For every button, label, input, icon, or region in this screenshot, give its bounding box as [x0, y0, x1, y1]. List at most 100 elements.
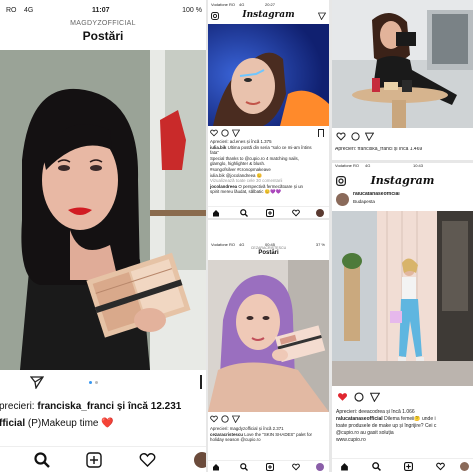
bookmark-icon[interactable]: [200, 375, 204, 389]
bottom-nav: [208, 206, 329, 218]
likes-prefix: precieri:: [0, 401, 35, 412]
post-location[interactable]: Budapesta: [353, 199, 375, 205]
caption-link[interactable]: www.cupio.ro: [336, 437, 472, 444]
purple-hair-selfie: [208, 260, 329, 412]
caption-user-link[interactable]: fficial: [0, 418, 25, 429]
caption-user-link[interactable]: cezaracristescu: [210, 432, 243, 437]
send-icon[interactable]: [318, 12, 326, 20]
bookmark-icon[interactable]: [318, 129, 324, 137]
caption-text: (P)Makeup time: [27, 418, 99, 429]
heart-icon[interactable]: [336, 132, 346, 141]
heart-icon[interactable]: [337, 392, 348, 402]
post-photo[interactable]: [208, 24, 329, 126]
send-icon[interactable]: [370, 392, 380, 402]
post-text: Aprecieri: ad.enes și încă 1.375 iulia.b…: [210, 139, 328, 195]
avatar[interactable]: [336, 193, 349, 206]
comment-icon[interactable]: [351, 132, 360, 141]
heart-icon[interactable]: [139, 452, 156, 468]
avatar[interactable]: [460, 462, 469, 471]
add-icon[interactable]: [266, 463, 274, 471]
caption-line: fficial (P)Makeup time ❤️: [0, 418, 114, 429]
caption-user-link[interactable]: ralucatanaseofficial: [336, 416, 383, 422]
heart-icon[interactable]: [292, 209, 300, 217]
post-action-bar: [332, 390, 473, 403]
search-icon[interactable]: [372, 462, 381, 471]
likes-text: Aprecieri: franciska_franci și încă 1.46…: [335, 147, 423, 152]
post-photo[interactable]: [332, 0, 473, 128]
post-photo[interactable]: [0, 50, 206, 370]
add-icon[interactable]: [86, 452, 102, 468]
home-icon[interactable]: [212, 209, 220, 217]
carrier-label: RO: [6, 7, 17, 14]
post-a-screen: Vodafone RO 4G 20:27 Instagram Aprecieri…: [208, 0, 329, 218]
avatar[interactable]: [316, 209, 324, 217]
post-username[interactable]: ralucatanaseofficial: [353, 192, 400, 198]
post-b-screen: Vodafone RO 4G 00:45 37 % CEZARACRISTESC…: [208, 220, 329, 472]
bottom-nav: [208, 460, 329, 472]
add-icon[interactable]: [404, 462, 413, 471]
post-photo[interactable]: [332, 211, 473, 386]
heart-icon[interactable]: [292, 463, 300, 471]
comment-icon[interactable]: [221, 129, 229, 137]
search-icon[interactable]: [240, 209, 248, 217]
instagram-logo: Instagram: [242, 10, 295, 20]
post-header: ralucatanaseofficial Budapesta: [332, 191, 473, 209]
post-text: Aprecieri: magdyzofficial și încă 2.371 …: [210, 426, 328, 443]
carousel-dot: [95, 381, 98, 384]
send-icon[interactable]: [365, 132, 374, 141]
likes-line[interactable]: Aprecieri: deeacodrea și încă 1.066: [336, 409, 472, 416]
comment-line: O perspectivă fermecătoare și un: [238, 183, 303, 189]
blue-eyeliner-portrait: [208, 24, 329, 126]
caption-user-link[interactable]: iulia.bik: [210, 145, 226, 150]
username-header: MAGDYZOFFICIAL: [70, 20, 136, 27]
comment-icon[interactable]: [354, 392, 364, 402]
carousel-dot-active: [89, 381, 92, 384]
makeup-table-photo: [332, 0, 473, 128]
carrier-label: Vodafone RO: [335, 163, 360, 168]
network-label: 4G: [365, 163, 371, 168]
comment-user-link[interactable]: jocolandreea: [210, 184, 237, 189]
clock-label: 20:27: [265, 2, 276, 7]
post-d-screen: Vodafone RO 4G 10:43 Instagram ralucatan…: [332, 163, 473, 472]
send-icon[interactable]: [30, 375, 44, 389]
caption-line: toate produsele de make up și îngrijire?…: [336, 423, 437, 429]
heart-emoji: ❤️: [101, 418, 114, 429]
search-icon[interactable]: [34, 452, 50, 468]
post-action-bar: [0, 372, 206, 392]
post-action-bar: [208, 128, 329, 138]
bottom-nav: [0, 446, 206, 472]
carrier-label: Vodafone RO: [211, 2, 236, 7]
page-title: Postări: [258, 250, 279, 256]
likes-line[interactable]: Aprecieri: franciska_franci și încă 1.46…: [335, 147, 422, 153]
send-icon[interactable]: [232, 415, 240, 423]
send-icon[interactable]: [232, 129, 240, 137]
heart-icon[interactable]: [210, 415, 218, 423]
comment-icon[interactable]: [221, 415, 229, 423]
network-label: 4G: [24, 7, 34, 14]
clock-label: 10:43: [413, 163, 424, 168]
heart-icon[interactable]: [210, 129, 218, 137]
network-label: 4G: [239, 2, 245, 7]
likes-user-link[interactable]: franciska_franci: [37, 401, 114, 412]
likes-line: precieri: franciska_franci și încă 12.23…: [0, 401, 181, 412]
clock-label: 11:07: [92, 7, 110, 14]
street-outfit-photo: [332, 211, 473, 386]
bottom-nav: [332, 458, 473, 472]
avatar[interactable]: [194, 452, 206, 468]
home-icon[interactable]: [212, 463, 220, 471]
heart-icon[interactable]: [436, 462, 445, 471]
post-photo[interactable]: [208, 260, 329, 412]
post-text: Aprecieri: deeacodrea și încă 1.066 ralu…: [336, 409, 472, 444]
caption-line: Dilema femeii🤔 unde i: [384, 416, 436, 422]
add-icon[interactable]: [266, 209, 274, 217]
search-icon[interactable]: [240, 463, 248, 471]
avatar[interactable]: [316, 463, 324, 471]
selfie-with-palette-image: [0, 50, 206, 370]
caption-line: @cupio.ro au gasit soluția: [336, 430, 394, 436]
comment-line: spirit mereu lăudat, sălbatic 😊💜💜: [210, 189, 282, 195]
likes-count-link[interactable]: și încă 12.231: [117, 401, 182, 412]
caption-line: Love the "SKIN SHADES" palet for: [244, 431, 312, 437]
page-title: Postări: [82, 29, 124, 43]
left-post-screen: RO 4G 11:07 100 % MAGDYZOFFICIAL Postări: [0, 0, 206, 472]
home-icon[interactable]: [340, 462, 349, 471]
